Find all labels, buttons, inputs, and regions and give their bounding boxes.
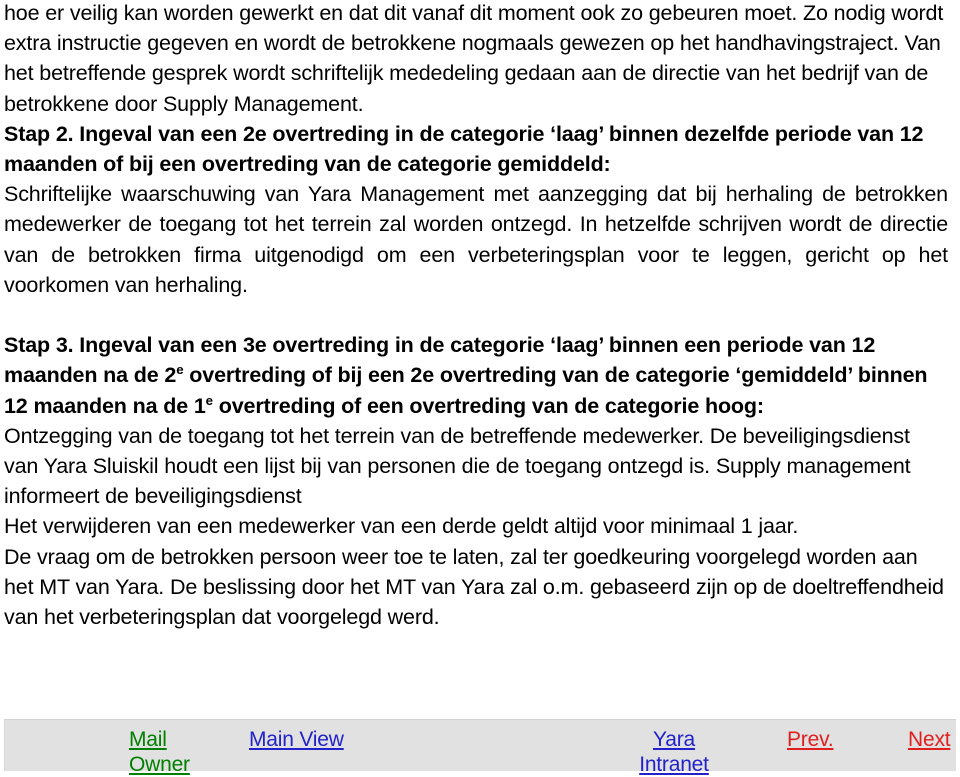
heading-stap-3: Stap 3. Ingeval van een 3e overtreding i… (4, 330, 948, 421)
heading-stap-3-part-3: overtreding of een overtreding van de ca… (212, 393, 764, 418)
nav-link-yara-intranet-line-1: Yara (653, 728, 695, 751)
nav-link-yara-intranet[interactable]: Yara Intranet (626, 727, 722, 777)
heading-stap-3-superscript-2: e (205, 392, 213, 408)
nav-link-mail-owner[interactable]: Mail Owner (129, 727, 190, 777)
nav-link-mail-owner-line-1: Mail (129, 728, 167, 751)
nav-link-yara-intranet-line-2: Intranet (639, 753, 709, 776)
paragraph-stap-3-body-1: Ontzegging van de toegang tot het terrei… (4, 423, 911, 509)
document-page: hoe er veilig kan worden gewerkt en dat … (0, 0, 960, 776)
paragraph-stap-2-body: Schriftelijke waarschuwing van Yara Mana… (4, 182, 948, 297)
heading-stap-2: Stap 2. Ingeval van een 2e overtreding i… (4, 121, 924, 177)
paragraph-intro: hoe er veilig kan worden gewerkt en dat … (4, 1, 944, 116)
footer-navigation-bar: Mail Owner Main View Yara Intranet Prev.… (4, 719, 956, 776)
nav-link-prev[interactable]: Prev. (787, 727, 834, 752)
nav-link-mail-owner-line-2: Owner (129, 753, 190, 776)
document-text-body: hoe er veilig kan worden gewerkt en dat … (4, 0, 948, 632)
nav-link-main-view[interactable]: Main View (249, 727, 344, 752)
nav-link-next[interactable]: Next (908, 727, 951, 752)
paragraph-stap-3-body-3: De vraag om de betrokken persoon weer to… (4, 544, 944, 630)
paragraph-stap-3-body-2: Het verwijderen van een medewerker van e… (4, 514, 799, 539)
